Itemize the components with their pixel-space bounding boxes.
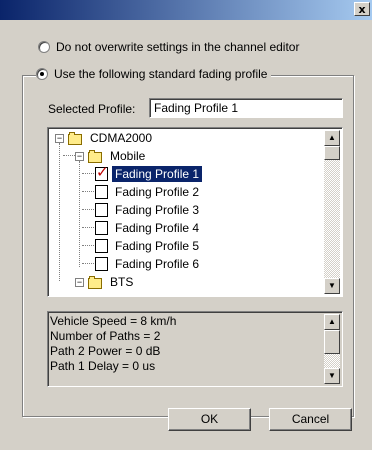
- tree-node-mobile[interactable]: − Mobile: [75, 147, 148, 165]
- scroll-thumb[interactable]: [324, 146, 340, 160]
- tree-node-label: Fading Profile 4: [115, 221, 200, 235]
- tree-line: [82, 191, 94, 192]
- tree-node-profile[interactable]: Fading Profile 3: [95, 201, 202, 219]
- selected-profile-field[interactable]: Fading Profile 1: [149, 98, 343, 118]
- info-line: Path 2 Power = 0 dB: [50, 344, 161, 358]
- scroll-down-arrow-icon[interactable]: ▼: [324, 278, 340, 294]
- tree-node-profile[interactable]: Fading Profile 4: [95, 219, 202, 237]
- radio-use-profile-label: Use the following standard fading profil…: [54, 67, 268, 81]
- collapse-icon[interactable]: −: [75, 151, 84, 161]
- tree-node-bts[interactable]: − BTS: [75, 273, 136, 291]
- tree-node-label: CDMA2000: [90, 131, 153, 145]
- title-bar: x: [0, 0, 372, 20]
- cancel-button[interactable]: Cancel: [269, 408, 352, 431]
- tree-node-label: Mobile: [110, 149, 146, 163]
- tree-node-profile[interactable]: Fading Profile 5: [95, 237, 202, 255]
- scroll-thumb[interactable]: [324, 330, 340, 354]
- tree-line: [82, 209, 94, 210]
- info-scrollbar[interactable]: ▲ ▼: [324, 314, 340, 384]
- tree-node-label: Fading Profile 1: [110, 165, 204, 183]
- radio-no-overwrite-label: Do not overwrite settings in the channel…: [56, 40, 300, 54]
- tree-line: [79, 161, 80, 267]
- info-line: Number of Paths = 2: [50, 329, 161, 343]
- checked-document-icon: [95, 163, 109, 181]
- document-icon: [95, 185, 108, 199]
- close-button[interactable]: x: [354, 2, 370, 16]
- folder-icon: [68, 131, 83, 145]
- tree-line: [82, 263, 94, 264]
- tree-node-profile[interactable]: Fading Profile 2: [95, 183, 202, 201]
- profile-tree[interactable]: − CDMA2000 − Mobile Fading Profile 1 Fad…: [47, 127, 343, 297]
- tree-line: [82, 245, 94, 246]
- document-icon: [95, 257, 108, 271]
- tree-node-label: Fading Profile 3: [115, 203, 200, 217]
- document-icon: [95, 203, 108, 217]
- dialog-body: Do not overwrite settings in the channel…: [0, 20, 372, 450]
- radio-no-overwrite[interactable]: Do not overwrite settings in the channel…: [38, 40, 304, 54]
- info-line: Path 1 Delay = 0 us: [50, 359, 156, 373]
- collapse-icon[interactable]: −: [75, 277, 84, 287]
- info-text: Vehicle Speed = 8 km/h Number of Paths =…: [50, 314, 176, 374]
- tree-line: [59, 143, 60, 281]
- tree-line: [82, 173, 94, 174]
- collapse-icon[interactable]: −: [55, 133, 64, 143]
- selected-profile-label: Selected Profile:: [48, 102, 136, 116]
- document-icon: [95, 239, 108, 253]
- radio-use-profile[interactable]: Use the following standard fading profil…: [36, 67, 272, 81]
- tree-line: [63, 155, 75, 156]
- profile-info-box: Vehicle Speed = 8 km/h Number of Paths =…: [47, 311, 343, 387]
- tree-node-profile[interactable]: Fading Profile 6: [95, 255, 202, 273]
- tree-node-profile[interactable]: Fading Profile 1: [95, 163, 204, 183]
- document-icon: [95, 221, 108, 235]
- tree-node-label: Fading Profile 2: [115, 185, 200, 199]
- radio-no-overwrite-button[interactable]: [38, 41, 50, 53]
- tree-line: [82, 227, 94, 228]
- scroll-up-arrow-icon[interactable]: ▲: [324, 314, 340, 330]
- tree-node-root[interactable]: − CDMA2000: [55, 129, 155, 147]
- ok-button[interactable]: OK: [168, 408, 251, 431]
- tree-node-label: Fading Profile 5: [115, 239, 200, 253]
- tree-node-label: Fading Profile 6: [115, 257, 200, 271]
- folder-icon: [88, 149, 103, 163]
- tree-node-label: BTS: [110, 275, 134, 289]
- folder-icon: [88, 275, 103, 289]
- radio-use-profile-button[interactable]: [36, 68, 48, 80]
- scroll-down-arrow-icon[interactable]: ▼: [324, 368, 340, 384]
- tree-scrollbar[interactable]: ▲ ▼: [324, 130, 340, 294]
- scroll-up-arrow-icon[interactable]: ▲: [324, 130, 340, 146]
- info-line: Vehicle Speed = 8 km/h: [50, 314, 177, 328]
